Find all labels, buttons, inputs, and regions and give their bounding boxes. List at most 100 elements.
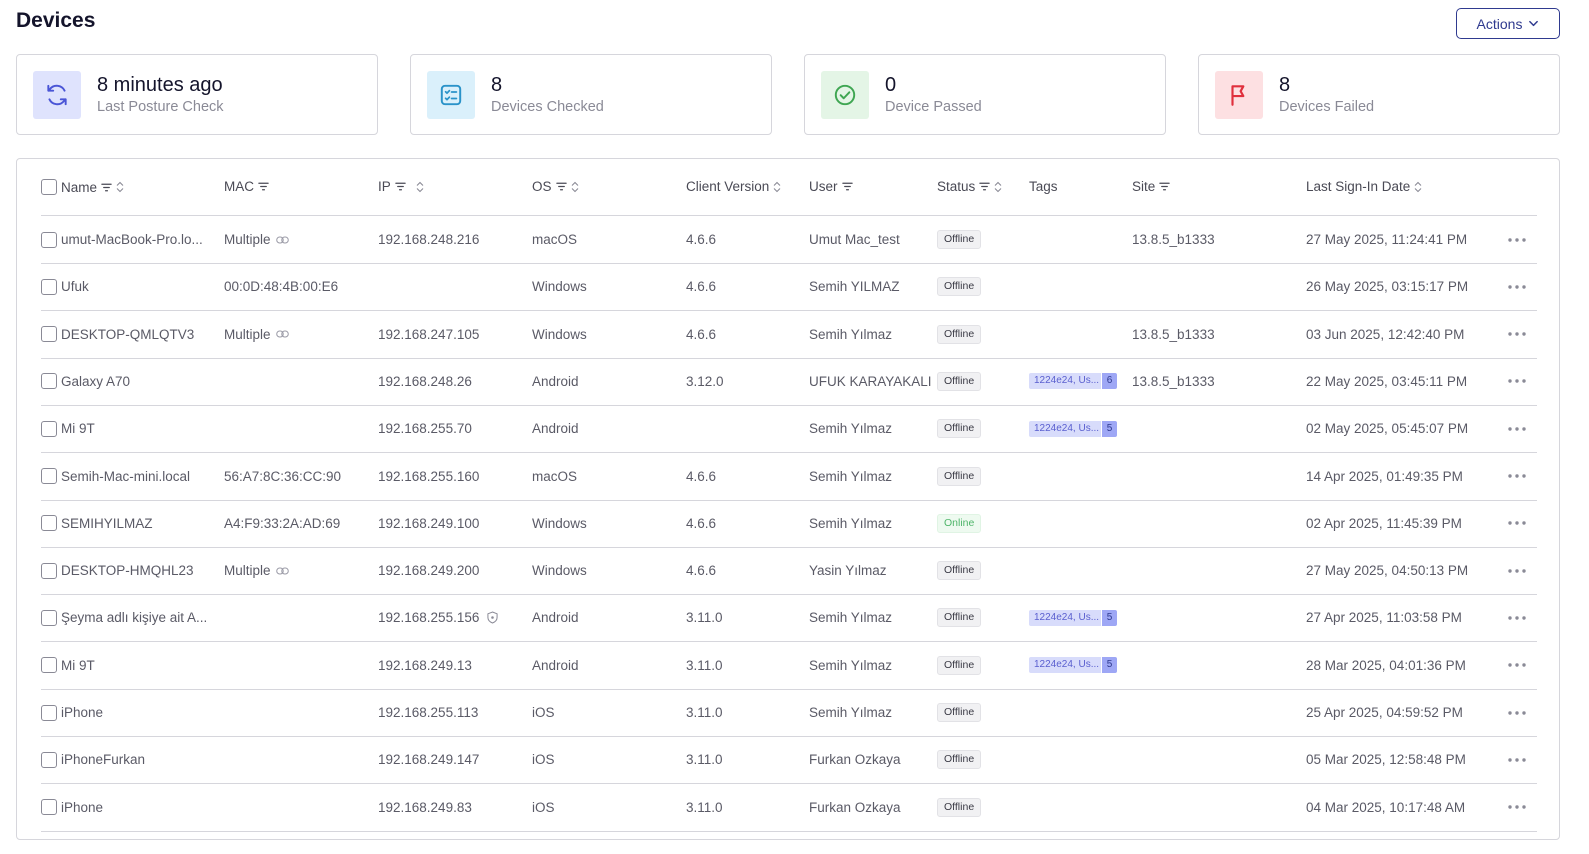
cell-mac	[224, 736, 374, 783]
sort-icon[interactable]	[416, 181, 424, 193]
header-last-sign-in[interactable]: Last Sign-In Date	[1306, 179, 1422, 194]
device-name[interactable]: DESKTOP-QMLQTV3	[61, 327, 194, 342]
row-checkbox[interactable]	[41, 373, 57, 390]
device-name[interactable]: iPhone	[61, 705, 103, 720]
header-user[interactable]: User	[809, 179, 853, 194]
client-version-value: 3.11.0	[686, 610, 723, 626]
stat-icon-bg	[1215, 70, 1263, 119]
link-icon[interactable]	[275, 567, 289, 575]
tag-chip[interactable]: 1224e24, Us... 5	[1029, 609, 1117, 626]
table-row[interactable]: Ufuk 00:0D:48:4B:00:E6 Windows 4.6.6 Semih Y…	[41, 263, 1537, 312]
actions-button[interactable]: Actions	[1456, 8, 1560, 39]
row-checkbox[interactable]	[41, 704, 57, 721]
row-checkbox[interactable]	[41, 799, 57, 816]
filter-icon[interactable]	[1159, 181, 1170, 192]
header-name-label: Name	[61, 179, 98, 195]
row-more-button[interactable]	[1508, 216, 1526, 263]
device-name[interactable]: DESKTOP-HMQHL23	[61, 563, 194, 578]
cell-ip: 192.168.255.70	[378, 405, 528, 452]
table-row[interactable]: Mi 9T 192.168.255.70 Android Semih Yılmaz Of…	[41, 405, 1537, 454]
row-more-button[interactable]	[1508, 263, 1526, 310]
table-row[interactable]: Galaxy A70 192.168.248.26 Android 3.12.0 UFU…	[41, 358, 1537, 406]
table-row[interactable]: iPhone 192.168.255.113 iOS 3.11.0 Semih Yılm…	[41, 689, 1537, 737]
row-more-button[interactable]	[1508, 736, 1526, 783]
row-checkbox[interactable]	[41, 562, 57, 579]
table-row[interactable]: DESKTOP-QMLQTV3 Multiple 192.168.247.105 Wi…	[41, 311, 1537, 359]
header-client-version[interactable]: Client Version	[686, 179, 781, 194]
cell-tags: 1224e24, Us... 5	[1029, 405, 1129, 452]
header-site[interactable]: Site	[1132, 179, 1170, 194]
row-checkbox[interactable]	[41, 420, 57, 437]
tag-chip[interactable]: 1224e24, Us... 6	[1029, 373, 1117, 390]
sort-icon[interactable]	[1414, 181, 1422, 193]
row-checkbox[interactable]	[41, 751, 57, 768]
row-checkbox[interactable]	[41, 515, 57, 532]
header-name[interactable]: Name	[41, 179, 124, 195]
sort-icon[interactable]	[994, 181, 1002, 193]
header-status[interactable]: Status	[937, 179, 1002, 194]
device-name[interactable]: umut-MacBook-Pro.lo...	[61, 232, 203, 247]
tag-chip[interactable]: 1224e24, Us... 5	[1029, 657, 1117, 674]
table-row[interactable]: Semih-Mac-mini.local 56:A7:8C:36:CC:90 192…	[41, 453, 1537, 501]
filter-icon[interactable]	[841, 181, 853, 192]
device-name[interactable]: Şeyma adlı kişiye ait A...	[61, 610, 207, 625]
row-checkbox[interactable]	[41, 468, 57, 484]
cell-client-version: 3.11.0	[686, 689, 806, 736]
cell-name: SEMIHYILMAZ	[41, 500, 221, 547]
cell-site	[1132, 405, 1302, 452]
cell-status: Offline	[937, 453, 1027, 500]
device-name[interactable]: Mi 9T	[61, 658, 95, 673]
sort-icon[interactable]	[571, 181, 579, 193]
row-more-button[interactable]	[1508, 311, 1526, 358]
row-more-button[interactable]	[1508, 784, 1526, 831]
device-name[interactable]: iPhone	[61, 800, 103, 815]
row-more-button[interactable]	[1508, 358, 1526, 405]
row-checkbox[interactable]	[41, 657, 57, 674]
device-name[interactable]: Galaxy A70	[61, 374, 130, 389]
device-name[interactable]: iPhoneFurkan	[61, 752, 145, 767]
header-os[interactable]: OS	[532, 179, 579, 194]
ip-value: 192.168.249.147	[378, 752, 480, 768]
row-more-button[interactable]	[1508, 547, 1526, 594]
header-ip[interactable]: IP	[378, 179, 424, 194]
device-name[interactable]: SEMIHYILMAZ	[61, 516, 153, 531]
table-row[interactable]: SEMIHYILMAZ A4:F9:33:2A:AD:69 192.168.249.…	[41, 500, 1537, 548]
row-more-button[interactable]	[1508, 500, 1526, 547]
row-checkbox[interactable]	[41, 609, 57, 626]
row-checkbox[interactable]	[41, 231, 57, 248]
filter-icon[interactable]	[101, 182, 112, 193]
cell-ip: 192.168.255.113	[378, 689, 528, 736]
filter-icon[interactable]	[555, 181, 567, 192]
select-all-checkbox[interactable]	[41, 179, 57, 195]
device-name[interactable]: Mi 9T	[61, 421, 95, 436]
cell-site	[1132, 453, 1302, 500]
os-value: macOS	[532, 232, 578, 247]
link-icon[interactable]	[275, 330, 289, 338]
table-row[interactable]: Şeyma adlı kişiye ait A... 192.168.255.15…	[41, 594, 1537, 643]
cell-tags	[1029, 784, 1129, 831]
row-checkbox[interactable]	[41, 326, 57, 343]
filter-icon[interactable]	[979, 181, 991, 192]
row-more-button[interactable]	[1508, 689, 1526, 736]
table-row[interactable]: Mi 9T 192.168.249.13 Android 3.11.0 Semih Yı…	[41, 642, 1537, 690]
row-more-button[interactable]	[1508, 453, 1526, 500]
tag-chip[interactable]: 1224e24, Us... 5	[1029, 420, 1117, 437]
table-row[interactable]: iPhoneFurkan 192.168.249.147 iOS 3.11.0 Furk…	[41, 736, 1537, 785]
table-row[interactable]: iPhone 192.168.249.83 iOS 3.11.0 Furkan Ozka…	[41, 784, 1537, 832]
os-value: Windows	[532, 515, 587, 531]
row-more-button[interactable]	[1508, 594, 1526, 641]
device-name[interactable]: Semih-Mac-mini.local	[61, 469, 190, 484]
sort-icon[interactable]	[116, 181, 124, 193]
row-more-button[interactable]	[1508, 405, 1526, 452]
table-row[interactable]: DESKTOP-HMQHL23 Multiple 192.168.249.200 Wi…	[41, 547, 1537, 596]
table-row[interactable]: umut-MacBook-Pro.lo... Multiple 192.168.24…	[41, 216, 1537, 264]
filter-icon[interactable]	[395, 181, 406, 192]
filter-icon[interactable]	[258, 181, 269, 192]
header-mac[interactable]: MAC	[224, 179, 269, 194]
sort-icon[interactable]	[773, 181, 781, 193]
device-name[interactable]: Ufuk	[61, 279, 89, 294]
cell-tags	[1029, 263, 1129, 310]
row-more-button[interactable]	[1508, 642, 1526, 689]
row-checkbox[interactable]	[41, 278, 57, 295]
link-icon[interactable]	[275, 236, 289, 244]
